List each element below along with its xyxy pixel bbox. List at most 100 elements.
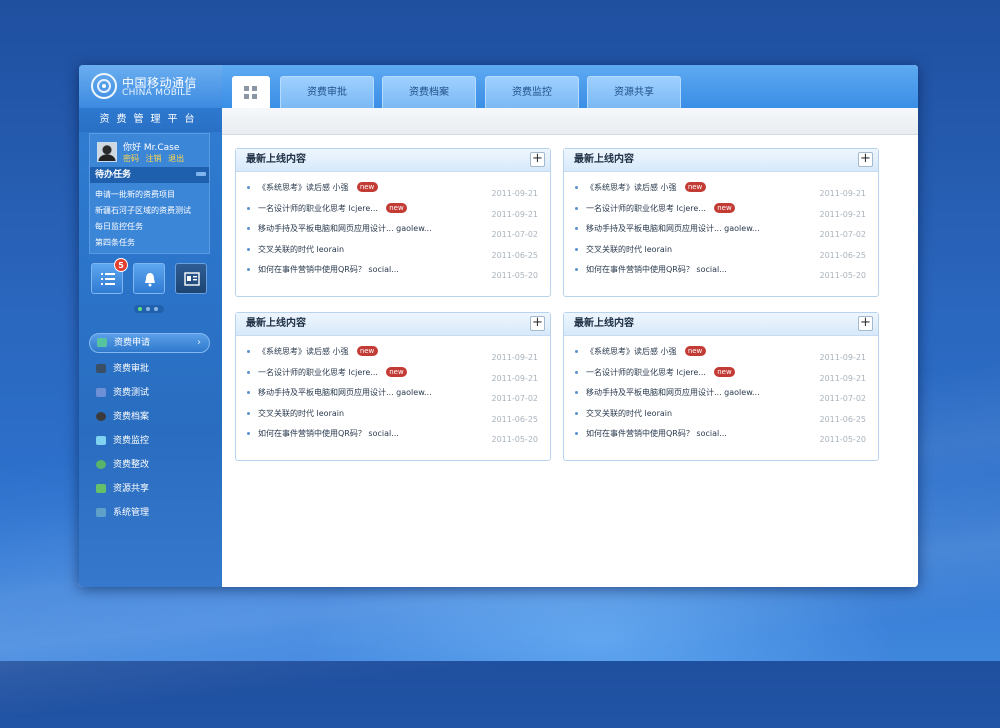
todo-header: 待办任务: [90, 167, 209, 183]
item-title: 移动手持及平板电脑和网页应用设计... gaolew...: [586, 224, 760, 233]
item-title: 移动手持及平板电脑和网页应用设计... gaolew...: [258, 224, 432, 233]
sidebar-menu: 资费申请 › 资费审批 资费测试 资费档案 资费监控 资费整改 资源共享 系统管…: [79, 331, 222, 525]
expand-plus-button[interactable]: +: [530, 316, 545, 331]
expand-plus-button[interactable]: +: [858, 152, 873, 167]
list-item[interactable]: 如何在事件营销中使用QR码？ social... 2011-05-20: [236, 261, 550, 282]
profile-card-button[interactable]: [175, 263, 207, 294]
sidebar-item-approve[interactable]: 资费审批: [79, 357, 222, 381]
list-item[interactable]: 移动手持及平板电脑和网页应用设计... gaolew... 2011-07-02: [236, 384, 550, 405]
sidebar-item-label: 资费申请: [114, 338, 151, 348]
list-item[interactable]: 一名设计师的职业化思考 lcjere... new 2011-09-21: [236, 200, 550, 221]
item-title: 交叉关联的时代 leorain: [586, 244, 673, 254]
password-link[interactable]: 密码: [123, 154, 139, 163]
bullet-icon: [247, 411, 250, 415]
panel-header: 最新上线内容 +: [564, 313, 878, 336]
item-date: 2011-09-21: [491, 353, 539, 362]
item-title: 《系统思考》读后感 小强: [258, 183, 349, 192]
item-title: 《系统思考》读后感 小强: [586, 183, 677, 192]
list-item[interactable]: 交叉关联的时代 leorain 2011-06-25: [564, 241, 878, 262]
todo-item[interactable]: 新疆石河子区域的资费测试: [95, 203, 191, 219]
bullet-icon: [575, 432, 578, 435]
grid-icon: [244, 86, 257, 99]
sidebar-item-rectify[interactable]: 资费整改: [79, 453, 222, 477]
item-date: 2011-06-25: [819, 414, 867, 424]
bullet-icon: [247, 391, 250, 394]
list-item[interactable]: 一名设计师的职业化思考 lcjere... new 2011-09-21: [564, 364, 878, 385]
todo-item[interactable]: 每日监控任务: [95, 219, 191, 235]
list-item[interactable]: 交叉关联的时代 leorain 2011-06-25: [564, 405, 878, 426]
bullet-icon: [247, 247, 250, 251]
bullet-icon: [247, 432, 250, 435]
bullet-icon: [247, 206, 250, 210]
list-item[interactable]: 《系统思考》读后感 小强 new 2011-09-21: [236, 343, 550, 364]
latest-content-panel: 最新上线内容 + 《系统思考》读后感 小强 new 2011-09-21 一名设计师…: [563, 148, 879, 297]
platform-title: 资费管理平台: [79, 108, 222, 132]
list-item[interactable]: 《系统思考》读后感 小强 new 2011-09-21: [564, 343, 878, 364]
list-item[interactable]: 如何在事件营销中使用QR码？ social... 2011-05-20: [564, 261, 878, 282]
todo-item[interactable]: 第四条任务: [95, 235, 191, 251]
item-title: 如何在事件营销中使用QR码？ social...: [258, 429, 399, 438]
bullet-icon: [247, 370, 250, 374]
tab-approve[interactable]: 资费审批: [280, 76, 374, 108]
sidebar-item-archive[interactable]: 资费档案: [79, 405, 222, 429]
tab-share[interactable]: 资源共享: [587, 76, 681, 108]
settings-icon: [96, 508, 106, 517]
collapse-icon[interactable]: [196, 172, 206, 176]
pager-dot-active: [138, 307, 142, 311]
panel-title: 最新上线内容: [246, 318, 306, 329]
sidebar-item-monitor[interactable]: 资费监控: [79, 429, 222, 453]
item-title: 交叉关联的时代 leorain: [258, 244, 345, 254]
item-date: 2011-07-02: [491, 230, 539, 239]
sidebar-item-test[interactable]: 资费测试: [79, 381, 222, 405]
bullet-icon: [247, 268, 250, 271]
alert-button[interactable]: [133, 263, 165, 294]
sidebar-item-label: 资费测试: [113, 388, 150, 398]
item-date: 2011-05-20: [491, 435, 539, 444]
avatar: [97, 142, 117, 162]
item-date: 2011-09-21: [491, 189, 539, 198]
list-item[interactable]: 如何在事件营销中使用QR码？ social... 2011-05-20: [236, 425, 550, 446]
list-item[interactable]: 交叉关联的时代 leorain 2011-06-25: [236, 241, 550, 262]
item-date: 2011-06-25: [491, 250, 539, 260]
pager-dot: [146, 307, 150, 311]
bullet-icon: [575, 411, 578, 415]
tab-home[interactable]: [232, 76, 270, 108]
bullet-icon: [247, 350, 250, 353]
sidebar-item-apply[interactable]: 资费申请 ›: [89, 333, 210, 353]
exit-link[interactable]: 退出: [168, 154, 184, 163]
list-item[interactable]: 《系统思考》读后感 小强 new 2011-09-21: [564, 179, 878, 200]
list-item[interactable]: 如何在事件营销中使用QR码？ social... 2011-05-20: [564, 425, 878, 446]
item-title: 移动手持及平板电脑和网页应用设计... gaolew...: [586, 388, 760, 397]
list-item[interactable]: 移动手持及平板电脑和网页应用设计... gaolew... 2011-07-02: [564, 384, 878, 405]
bullet-icon: [575, 391, 578, 394]
logout-link[interactable]: 注销: [146, 154, 162, 163]
list-item[interactable]: 移动手持及平板电脑和网页应用设计... gaolew... 2011-07-02: [564, 220, 878, 241]
expand-plus-button[interactable]: +: [530, 152, 545, 167]
logo: 中国移动通信 CHINA MOBILE: [79, 65, 222, 108]
new-badge: new: [713, 366, 735, 377]
bullet-icon: [575, 370, 578, 374]
item-title: 如何在事件营销中使用QR码？ social...: [258, 265, 399, 274]
id-card-icon: [184, 272, 200, 286]
item-date: 2011-05-20: [819, 271, 867, 280]
tab-archive[interactable]: 资费档案: [382, 76, 476, 108]
china-mobile-logo-icon: [91, 73, 117, 99]
expand-plus-button[interactable]: +: [858, 316, 873, 331]
task-list-button[interactable]: 5: [91, 258, 128, 294]
chevron-right-icon: ›: [197, 337, 201, 348]
main-content: 资费审批 资费档案 资费监控 资源共享 最新上线内容 + 《系统思考》读后感 小…: [222, 65, 918, 587]
item-title: 交叉关联的时代 leorain: [586, 408, 673, 418]
list-item[interactable]: 移动手持及平板电脑和网页应用设计... gaolew... 2011-07-02: [236, 220, 550, 241]
quick-actions-pager[interactable]: [134, 305, 164, 313]
todo-item[interactable]: 申请一批新的资费项目: [95, 187, 191, 203]
sidebar-item-settings[interactable]: 系统管理: [79, 501, 222, 525]
sidebar-item-share[interactable]: 资源共享: [79, 477, 222, 501]
tab-monitor[interactable]: 资费监控: [485, 76, 579, 108]
item-date: 2011-09-21: [819, 373, 867, 383]
list-item[interactable]: 一名设计师的职业化思考 lcjere... new 2011-09-21: [236, 364, 550, 385]
list-item[interactable]: 一名设计师的职业化思考 lcjere... new 2011-09-21: [564, 200, 878, 221]
list-item[interactable]: 《系统思考》读后感 小强 new 2011-09-21: [236, 179, 550, 200]
item-title: 一名设计师的职业化思考 lcjere...: [586, 203, 706, 213]
list-item[interactable]: 交叉关联的时代 leorain 2011-06-25: [236, 405, 550, 426]
item-title: 《系统思考》读后感 小强: [586, 347, 677, 356]
